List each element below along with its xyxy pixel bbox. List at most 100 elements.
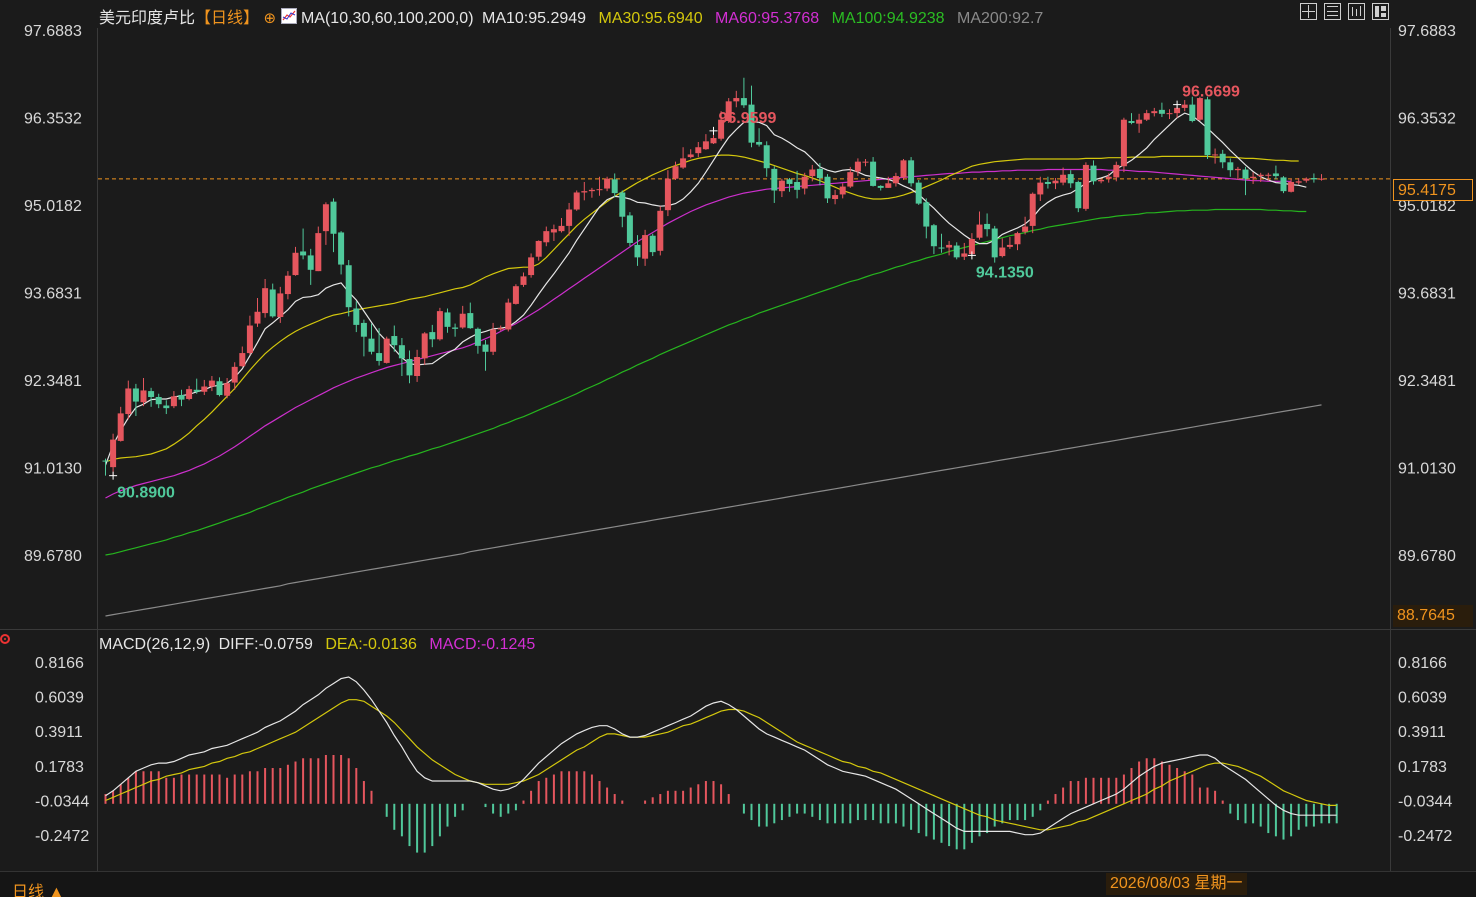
candle-body (102, 460, 109, 462)
chart-header: 美元印度卢比【日线】 ⊕ MA(10,30,60,100,200,0) MA10… (99, 4, 1043, 28)
candle-body (558, 225, 565, 232)
low-label: 90.8900 (117, 485, 175, 502)
price-axis-tick-left: 95.0182 (24, 198, 82, 215)
ma100-value: MA100:94.9238 (831, 10, 945, 27)
crosshair-layout-icon[interactable] (1300, 3, 1317, 20)
candle-body (733, 98, 740, 102)
candle-body (1128, 121, 1135, 123)
candle-body (1143, 113, 1150, 120)
candle-body (254, 311, 261, 324)
candle-body (1219, 153, 1226, 163)
candle-body (1265, 174, 1272, 176)
candle-body (756, 141, 763, 145)
macd-axis-tick-right: 0.8166 (1398, 655, 1447, 672)
candle-body (1067, 174, 1074, 184)
candle-body (1098, 180, 1105, 182)
candle-body (892, 176, 899, 184)
diff-value: DIFF:-0.0759 (218, 636, 313, 653)
candle-body (695, 147, 702, 154)
candle-body (550, 229, 557, 233)
candle-body (117, 413, 124, 441)
candle-body (376, 353, 383, 361)
candle-body (1006, 244, 1013, 247)
candle-body (1136, 119, 1143, 124)
candle-body (239, 353, 246, 367)
candle-body (262, 288, 269, 314)
candle-body (155, 396, 162, 405)
candle-body (269, 289, 276, 317)
indicator-icon[interactable] (1348, 3, 1365, 20)
candle-body (1075, 181, 1082, 209)
candle-body (680, 158, 687, 168)
macd-axis-tick-left: -0.0344 (35, 793, 89, 810)
indicator-chart-icon[interactable] (280, 8, 297, 24)
candle-body (429, 332, 436, 340)
cursor-date-label: 2026/08/03 星期一 (1106, 873, 1247, 895)
candle-body (474, 328, 481, 346)
candlestick-chart[interactable]: 97.6883 97.688396.3532 96.353295.0182 95.01… (0, 0, 1476, 897)
candle-body (482, 344, 489, 352)
candle-body (300, 251, 307, 256)
macd-params: MACD(26,12,9) (99, 636, 211, 653)
candle-body (611, 179, 618, 194)
candle-body (1044, 181, 1051, 184)
candle-body (543, 231, 550, 243)
candle-body (847, 172, 854, 187)
price-axis-tick-left: 92.3481 (24, 373, 82, 390)
candle-body (520, 276, 527, 285)
price-axis-tick-right: 92.3481 (1398, 373, 1456, 390)
plus-circle-icon[interactable]: ⊕ (263, 10, 276, 27)
split-chart-icon[interactable] (1324, 3, 1341, 20)
candle-body (946, 244, 953, 248)
ma100-line (105, 208, 1307, 556)
ma30-line (105, 154, 1299, 463)
candle-body (566, 209, 573, 226)
macd-axis-tick-right: -0.2472 (1398, 828, 1452, 845)
ma60-value: MA60:95.3768 (715, 10, 820, 27)
candle-body (900, 160, 907, 178)
candle-body (1212, 154, 1219, 156)
candle-body (490, 329, 497, 352)
candle-body (1090, 165, 1097, 182)
period-tag[interactable]: 【日线】 (195, 10, 259, 27)
candle-body (1227, 162, 1234, 171)
candle-body (1082, 164, 1089, 209)
candle-body (588, 189, 595, 192)
layout-icon[interactable] (1372, 3, 1389, 20)
period-switch-button[interactable]: 日线 ▲ (12, 878, 64, 897)
candle-body (497, 328, 504, 330)
price-axis-tick-right: 97.6883 (1398, 23, 1456, 40)
pane-marker-icon[interactable] (0, 634, 10, 644)
candle-body (961, 253, 968, 257)
candle-body (208, 380, 215, 387)
macd-axis-tick-left: -0.2472 (35, 828, 89, 845)
candle-body (1196, 98, 1203, 120)
dea-value: DEA:-0.0136 (325, 636, 417, 653)
candle-body (1242, 169, 1249, 179)
price-axis-tick-right: 96.3532 (1398, 111, 1456, 128)
candle-body (1318, 178, 1325, 180)
candle-body (1014, 233, 1021, 245)
candle-body (201, 386, 208, 392)
candle-body (870, 161, 877, 186)
candle-body (163, 405, 170, 409)
ma10-value: MA10:95.2949 (481, 10, 587, 27)
candle-body (862, 161, 869, 163)
price-axis-tick-right: 89.6780 (1398, 548, 1456, 565)
candle-body (999, 247, 1006, 257)
candle-body (626, 215, 633, 243)
candle-body (984, 223, 991, 230)
candle-body (938, 247, 945, 249)
candle-body (763, 145, 770, 169)
candle-body (322, 204, 329, 232)
candle-body (581, 191, 588, 193)
candle-body (1189, 104, 1196, 122)
candle-body (110, 439, 117, 468)
diff-line (105, 676, 1337, 836)
forex-chart-window: 97.6883 97.6883 96.3532 96.3532 95.0182 95.01… (0, 0, 1476, 897)
candle-body (284, 275, 291, 295)
candle-body (535, 240, 542, 257)
price-axis-tick-left: 89.6780 (24, 548, 82, 565)
symbol-name: 美元印度卢比 (99, 10, 196, 27)
macd-axis-tick-right: 0.1783 (1398, 759, 1447, 776)
